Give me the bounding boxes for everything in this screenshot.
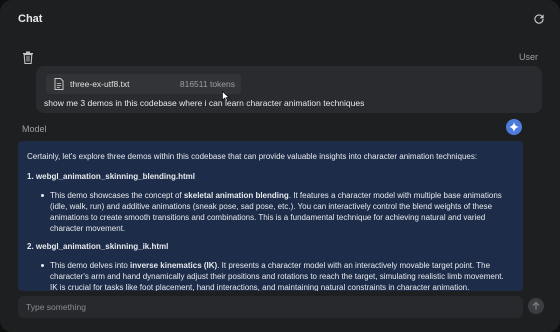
model-message: Certainly, let's explore three demos wit… bbox=[18, 141, 523, 291]
bullet bbox=[41, 264, 44, 267]
bullet-line: character's arm and hand dynamically adj… bbox=[50, 272, 504, 281]
model-intro: Certainly, let's explore three demos wit… bbox=[27, 152, 478, 161]
bullet-line: This demo showcases the concept of skele… bbox=[50, 191, 502, 200]
file-icon bbox=[54, 78, 64, 90]
user-label: User bbox=[518, 52, 538, 62]
user-message: three-ex-utf8.txt 816511 tokens show me … bbox=[36, 66, 542, 113]
bullet-line: IK is crucial for tasks like foot placem… bbox=[50, 283, 470, 291]
chat-header: Chat bbox=[0, 0, 560, 40]
refresh-icon[interactable] bbox=[532, 12, 546, 26]
user-message-text: show me 3 demos in this codebase where i… bbox=[44, 98, 365, 108]
sparkle-icon[interactable] bbox=[506, 119, 522, 135]
chat-title: Chat bbox=[18, 13, 43, 25]
bullet-line: character movement. bbox=[50, 224, 126, 233]
bullet-line: (idle, walk, run) and additive animation… bbox=[50, 202, 493, 211]
trash-icon[interactable] bbox=[22, 51, 34, 64]
bullet bbox=[41, 194, 44, 197]
send-icon[interactable] bbox=[528, 298, 544, 314]
message-input[interactable] bbox=[18, 296, 523, 318]
bullet-line: animations to create smooth transitions … bbox=[50, 213, 486, 222]
demo-heading: 1. webgl_animation_skinning_blending.htm… bbox=[27, 172, 196, 181]
file-token-count: 816511 tokens bbox=[179, 79, 235, 89]
message-input-container bbox=[18, 296, 523, 318]
file-attachment-chip[interactable]: three-ex-utf8.txt 816511 tokens bbox=[46, 74, 241, 94]
chat-panel: Chat User three-ex-utf8.txt 816511 token… bbox=[0, 0, 560, 332]
demo-heading: 2. webgl_animation_skinning_ik.html bbox=[27, 242, 169, 251]
model-label: Model bbox=[22, 124, 47, 134]
bullet-line: This demo delves into inverse kinematics… bbox=[50, 261, 491, 270]
file-name: three-ex-utf8.txt bbox=[70, 79, 130, 89]
